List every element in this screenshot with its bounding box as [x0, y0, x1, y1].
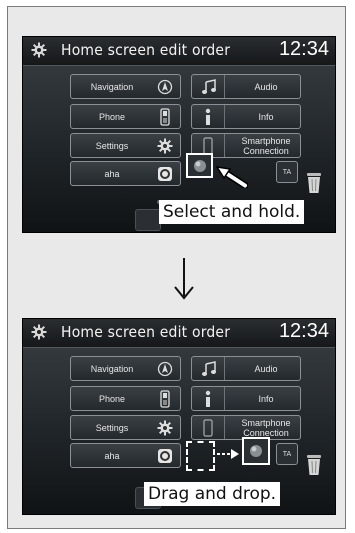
gear-icon [157, 420, 173, 436]
tile-audio[interactable]: Audio [191, 74, 301, 99]
info-icon [205, 390, 211, 407]
clock: 12:34 [278, 38, 329, 60]
tile-label: Settings [95, 423, 129, 433]
tile-label: Navigation [90, 82, 134, 92]
tile-navigation[interactable]: Navigation [70, 74, 181, 99]
tile-label: Smartphone Connection [241, 136, 291, 156]
tile-label: Info [258, 112, 274, 122]
ta-button[interactable]: TA [276, 161, 298, 183]
app-globe-icon [250, 445, 262, 457]
tile-label: Audio [254, 364, 278, 374]
tile-audio[interactable]: Audio [191, 356, 301, 381]
page-indicator [157, 471, 217, 486]
tile-info[interactable]: Info [191, 386, 301, 411]
clock: 12:34 [278, 320, 329, 342]
aha-app-icon [158, 449, 172, 463]
page-indicator [157, 189, 217, 204]
selected-icon-highlight[interactable] [186, 153, 213, 178]
drag-direction-arrow-icon [217, 449, 239, 459]
tile-settings[interactable]: Settings [70, 415, 181, 440]
aha-app-icon [158, 167, 172, 181]
title-bar: Home screen edit order 12:34 [23, 319, 335, 348]
trash-icon[interactable] [305, 171, 323, 195]
tile-aha[interactable]: aha [70, 161, 181, 186]
tile-phone[interactable]: Phone [70, 104, 181, 129]
tile-label: Audio [254, 82, 278, 92]
trash-icon[interactable] [305, 453, 323, 477]
down-arrow-icon [174, 258, 194, 300]
tile-label: Settings [95, 141, 129, 151]
music-note-icon [202, 361, 216, 376]
tile-label: Phone [98, 112, 126, 122]
app-globe-icon [194, 160, 206, 172]
instruction-caption: Select and hold. [159, 200, 305, 224]
tile-phone[interactable]: Phone [70, 386, 181, 411]
bottom-tab [135, 209, 161, 231]
navigation-compass-icon [157, 79, 173, 95]
settings-gear-icon [31, 324, 47, 340]
tile-label: aha [104, 451, 120, 461]
settings-gear-icon [31, 42, 47, 58]
instruction-caption: Drag and drop. [144, 482, 281, 506]
tile-label: Phone [98, 394, 126, 404]
smartphone-icon [203, 419, 213, 437]
tile-settings[interactable]: Settings [70, 133, 181, 158]
tile-label: Info [258, 394, 274, 404]
tile-label: Smartphone Connection [241, 418, 291, 438]
dropped-icon-highlight[interactable] [242, 437, 270, 465]
phone-handset-icon [160, 108, 170, 126]
tile-aha[interactable]: aha [70, 443, 181, 468]
title-bar: Home screen edit order 12:34 [23, 37, 335, 66]
tile-label: Navigation [90, 364, 134, 374]
tile-navigation[interactable]: Navigation [70, 356, 181, 381]
info-icon [205, 108, 211, 125]
original-slot-placeholder [186, 441, 215, 471]
navigation-compass-icon [157, 361, 173, 377]
ta-button[interactable]: TA [276, 443, 298, 465]
tile-info[interactable]: Info [191, 104, 301, 129]
tile-label: aha [104, 169, 120, 179]
page-title: Home screen edit order [61, 41, 231, 59]
pointer-arrow-icon [215, 166, 248, 188]
phone-handset-icon [160, 390, 170, 408]
page-title: Home screen edit order [61, 323, 231, 341]
music-note-icon [202, 79, 216, 94]
gear-icon [157, 138, 173, 154]
